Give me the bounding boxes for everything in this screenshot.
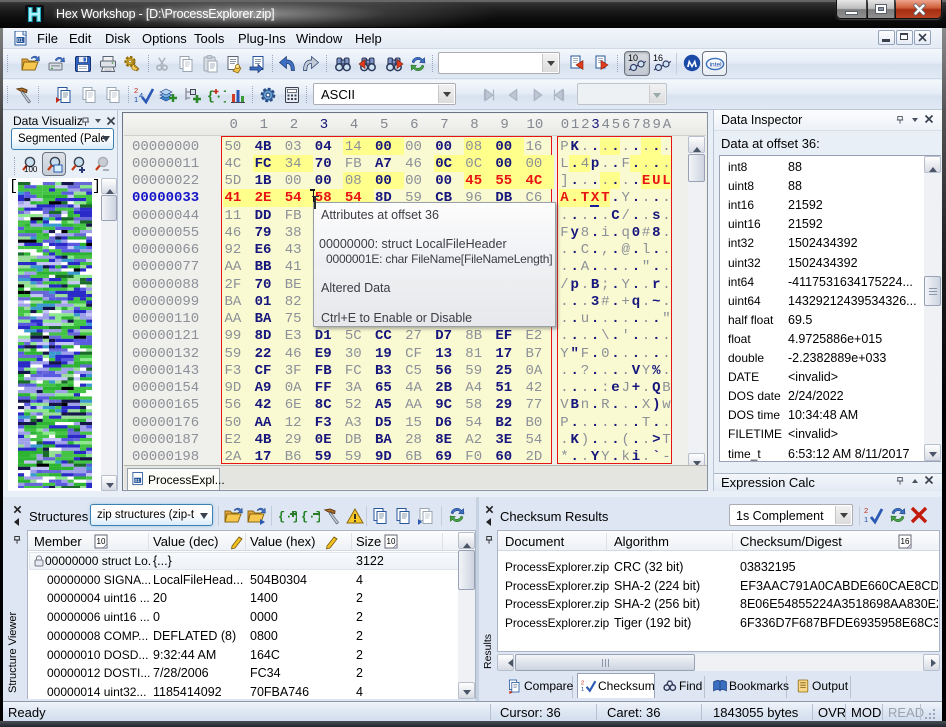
svg-text:01: 01 <box>135 478 141 484</box>
svg-text:2: 2 <box>864 506 868 515</box>
svg-text:2: 2 <box>581 680 584 686</box>
svg-text:1: 1 <box>864 515 868 524</box>
svg-text:01: 01 <box>17 38 23 44</box>
svg-text:{·}: {·} <box>278 510 297 524</box>
svg-text:1: 1 <box>581 687 584 693</box>
svg-text:100: 100 <box>24 165 38 174</box>
svg-text:16: 16 <box>901 537 910 546</box>
svg-text:1: 1 <box>134 95 138 104</box>
svg-text:10: 10 <box>628 53 638 63</box>
svg-text:intel: intel <box>710 62 722 69</box>
svg-text:{·}: {·} <box>301 510 320 524</box>
svg-text:2: 2 <box>134 86 138 95</box>
svg-text:10: 10 <box>97 537 106 546</box>
svg-text:16: 16 <box>653 53 663 63</box>
svg-text:10: 10 <box>387 537 396 546</box>
